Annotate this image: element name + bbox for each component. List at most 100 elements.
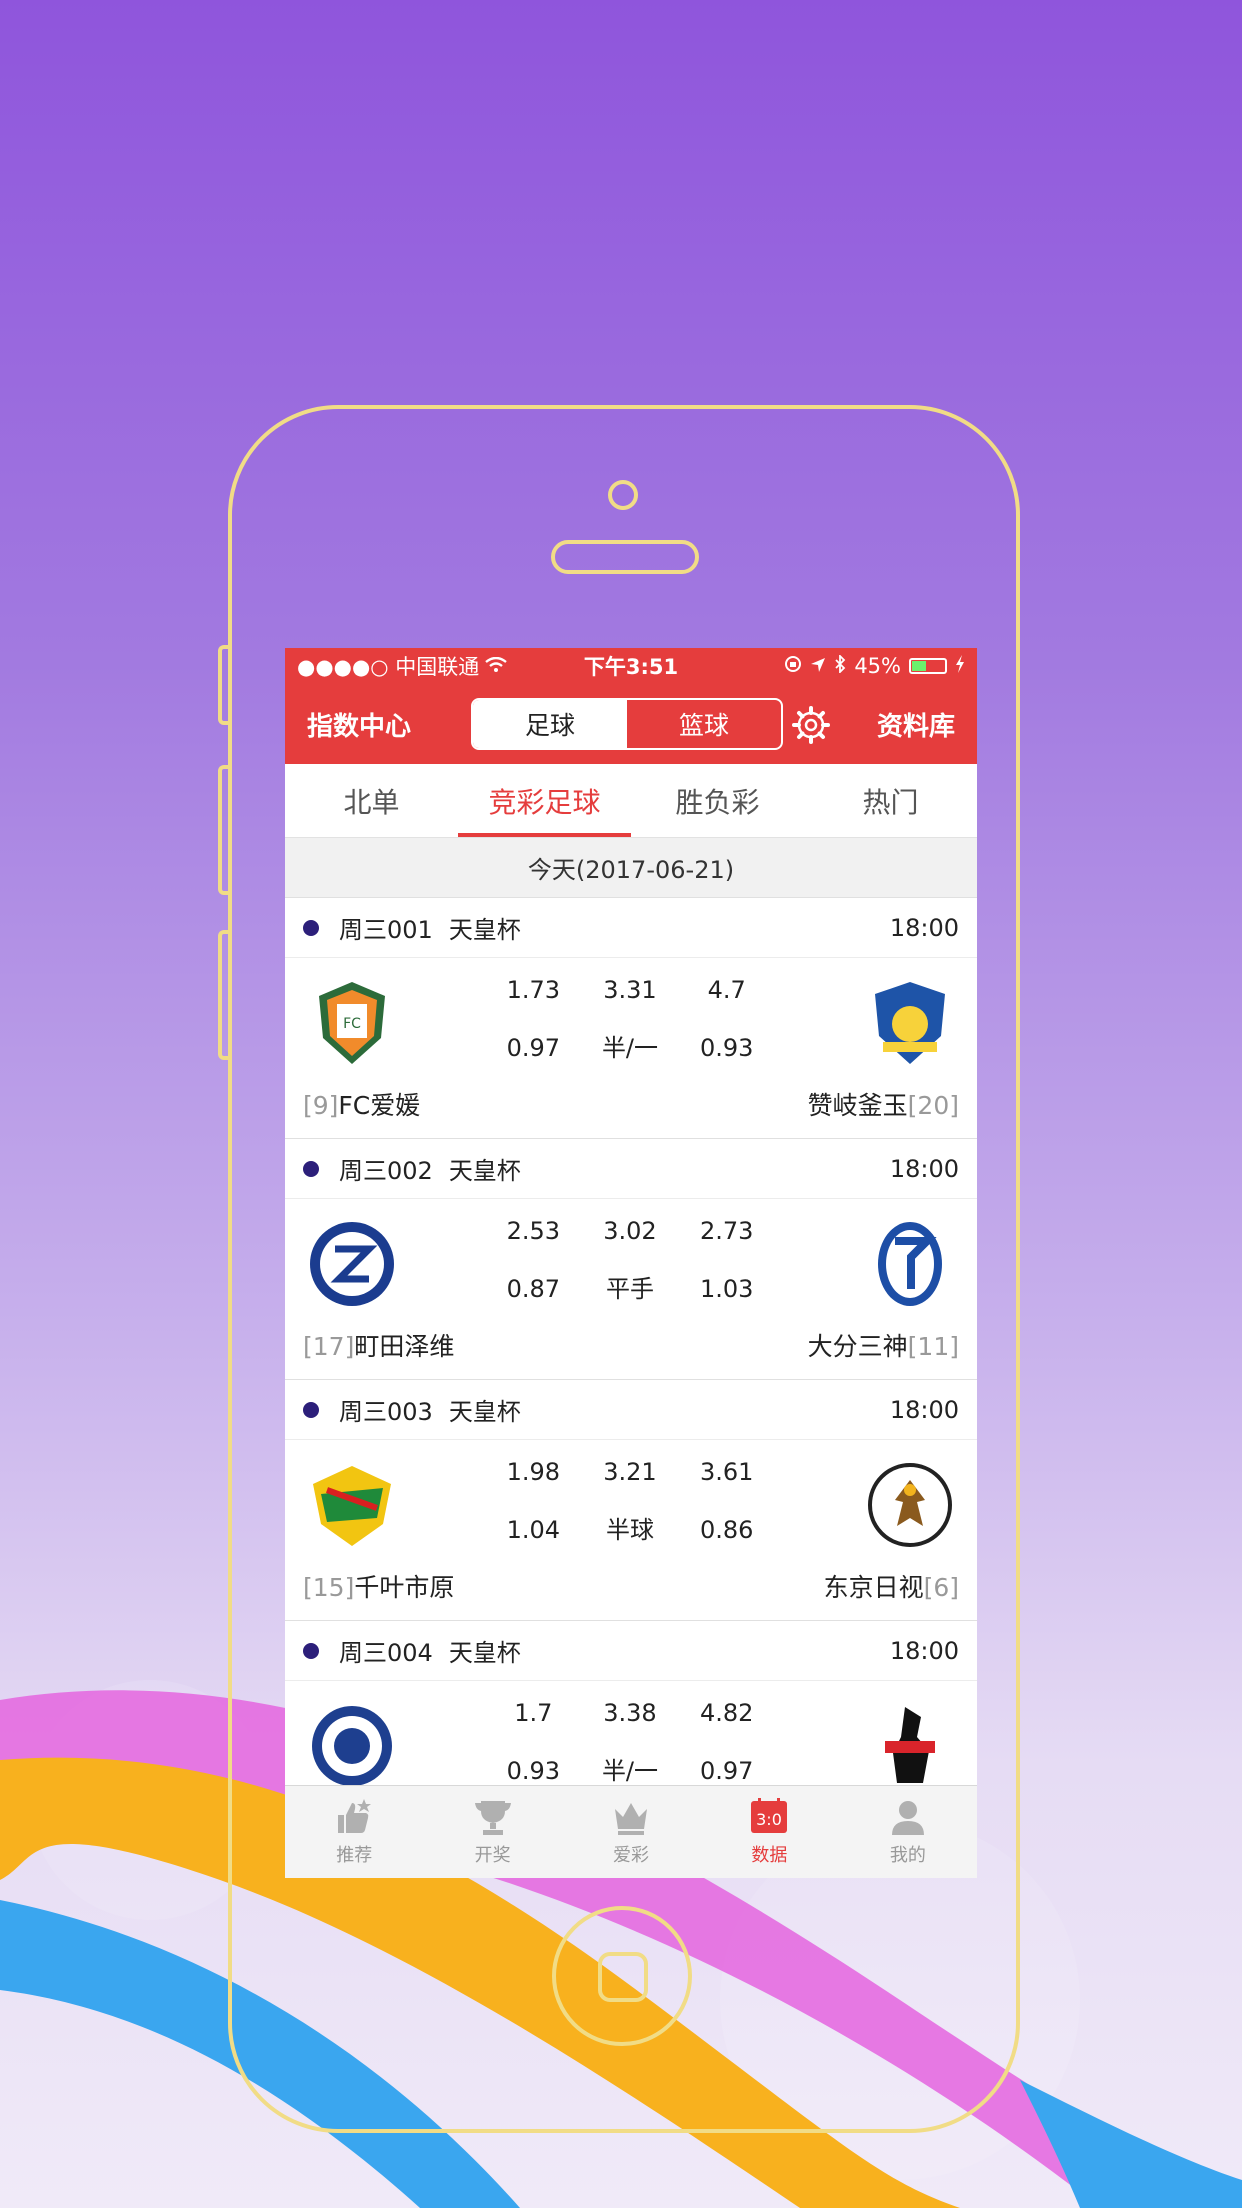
kickoff-time: 18:00 — [889, 1636, 959, 1665]
bottom-tab-label: 爱彩 — [613, 1845, 650, 1866]
away-rank: [11] — [907, 1332, 959, 1361]
league-dot — [303, 919, 319, 936]
user-icon — [891, 1801, 924, 1835]
competition-name: 天皇杯 — [448, 1157, 521, 1185]
jef-united-logo-icon — [313, 1466, 391, 1546]
odds-draw[interactable]: 3.21 — [582, 1454, 679, 1490]
bottom-tab-recommend[interactable]: 推荐 — [285, 1786, 423, 1878]
home-team: FC爱媛 — [338, 1091, 421, 1120]
roasso-kumamoto-logo-icon — [885, 1707, 935, 1783]
match-card[interactable]: 周三001 天皇杯 18:00 FC 1.73 3.31 4.7 0.97 半/… — [285, 898, 977, 1139]
segment-football[interactable]: 足球 — [473, 700, 627, 748]
odds-away-win[interactable]: 4.7 — [678, 972, 775, 1008]
handicap-away[interactable]: 1.03 — [678, 1271, 775, 1307]
bottom-tab-mine[interactable]: 我的 — [839, 1786, 977, 1878]
svg-text:3:0: 3:0 — [757, 1810, 783, 1829]
rotation-lock-icon — [784, 654, 802, 678]
handicap-home[interactable]: 0.97 — [485, 1030, 582, 1066]
sport-segmented-control: 足球 篮球 — [471, 698, 783, 750]
handicap-line: 半/一 — [601, 1757, 659, 1785]
phone-side-button — [218, 765, 230, 895]
odds-home-win[interactable]: 2.53 — [485, 1213, 582, 1249]
battery-percent: 45% — [854, 654, 901, 678]
phone-speaker — [551, 540, 699, 574]
home-rank: [9] — [303, 1091, 339, 1120]
bottom-tab-lottery-results[interactable]: 开奖 — [423, 1786, 561, 1878]
handicap-away[interactable]: 0.93 — [678, 1030, 775, 1066]
tab-shengfucai[interactable]: 胜负彩 — [631, 764, 804, 837]
score-icon: 3:0 — [751, 1798, 788, 1833]
thumb-up-icon — [338, 1799, 372, 1833]
phone-side-button — [218, 930, 230, 1060]
svg-text:FC: FC — [343, 1016, 361, 1032]
odds-draw[interactable]: 3.31 — [582, 972, 679, 1008]
bottom-tab-data[interactable]: 3:0 数据 — [700, 1786, 838, 1878]
top-navbar: 指数中心 足球 篮球 资料库 — [285, 684, 977, 764]
match-card[interactable]: 周三003 天皇杯 18:00 1.98 3.21 3.61 1.04 半球 0… — [285, 1380, 977, 1621]
away-team: 大分三神 — [807, 1332, 908, 1361]
wifi-icon — [485, 654, 508, 678]
competition-name: 天皇杯 — [448, 1639, 521, 1667]
page-title: 指数中心 — [307, 711, 412, 742]
league-dot — [303, 1642, 319, 1659]
competition-name: 天皇杯 — [448, 1398, 521, 1426]
odds-draw[interactable]: 3.38 — [582, 1695, 679, 1731]
match-code: 周三001 — [339, 916, 433, 944]
kickoff-time: 18:00 — [889, 1154, 959, 1183]
battery-icon — [909, 658, 947, 674]
bottom-tab-label: 开奖 — [474, 1845, 511, 1866]
handicap-home[interactable]: 0.93 — [485, 1753, 582, 1789]
app-screen: ●●●●○ 中国联通 下午3:51 45% 指数中心 足球 篮球 资料库 北单 … — [285, 648, 977, 1878]
database-link[interactable]: 资料库 — [877, 706, 955, 743]
carrier-label: ●●●●○ 中国联通 — [297, 655, 480, 679]
crown-icon — [615, 1803, 648, 1835]
category-tabs: 北单 竞彩足球 胜负彩 热门 — [285, 764, 977, 838]
match-code: 周三003 — [339, 1398, 433, 1426]
oita-trinita-logo-icon — [878, 1222, 942, 1306]
home-team: 町田泽维 — [354, 1332, 455, 1361]
competition-name: 天皇杯 — [448, 916, 521, 944]
odds-home-win[interactable]: 1.7 — [485, 1695, 582, 1731]
odds-home-win[interactable]: 1.73 — [485, 972, 582, 1008]
trophy-icon — [474, 1801, 511, 1835]
charging-icon — [955, 654, 965, 678]
match-code: 周三002 — [339, 1157, 433, 1185]
bluetooth-icon — [834, 653, 846, 678]
bottom-tab-aicai[interactable]: 爱彩 — [562, 1786, 700, 1878]
status-bar: ●●●●○ 中国联通 下午3:51 45% — [285, 648, 977, 684]
phone-home-square — [598, 1952, 648, 2002]
away-rank: [6] — [923, 1573, 959, 1602]
tab-jingcai-football[interactable]: 竞彩足球 — [458, 764, 631, 837]
league-dot — [303, 1401, 319, 1418]
tokyo-verdy-logo-icon — [868, 1463, 952, 1547]
phone-side-button — [218, 645, 230, 725]
tab-hot[interactable]: 热门 — [804, 764, 977, 837]
date-header: 今天(2017-06-21) — [285, 838, 977, 898]
odds-away-win[interactable]: 4.82 — [678, 1695, 775, 1731]
handicap-away[interactable]: 0.97 — [678, 1753, 775, 1789]
handicap-home[interactable]: 0.87 — [485, 1271, 582, 1307]
match-code: 周三004 — [339, 1639, 433, 1667]
handicap-away[interactable]: 0.86 — [678, 1512, 775, 1548]
away-team: 东京日视 — [823, 1573, 924, 1602]
away-team: 赞岐釜玉 — [807, 1091, 908, 1120]
odds-away-win[interactable]: 3.61 — [678, 1454, 775, 1490]
segment-basketball[interactable]: 篮球 — [627, 700, 781, 748]
settings-gear-icon[interactable] — [790, 704, 832, 746]
away-rank: [20] — [907, 1091, 959, 1120]
odds-draw[interactable]: 3.02 — [582, 1213, 679, 1249]
ehime-fc-logo-icon: FC — [319, 982, 385, 1064]
league-dot — [303, 1160, 319, 1177]
home-rank: [17] — [303, 1332, 355, 1361]
kamatamare-sanuki-logo-icon — [875, 982, 945, 1064]
bottom-tab-bar: 推荐 开奖 爱彩 3:0 数据 我的 — [285, 1785, 977, 1878]
tab-beidan[interactable]: 北单 — [285, 764, 458, 837]
odds-away-win[interactable]: 2.73 — [678, 1213, 775, 1249]
mito-hollyhock-logo-icon — [312, 1706, 392, 1786]
odds-home-win[interactable]: 1.98 — [485, 1454, 582, 1490]
handicap-home[interactable]: 1.04 — [485, 1512, 582, 1548]
zelvia-logo-icon — [310, 1222, 394, 1306]
handicap-line: 平手 — [605, 1275, 654, 1303]
match-card[interactable]: 周三002 天皇杯 18:00 2.53 3.02 2.73 0.87 平手 1… — [285, 1139, 977, 1380]
handicap-line: 半/一 — [601, 1034, 659, 1062]
